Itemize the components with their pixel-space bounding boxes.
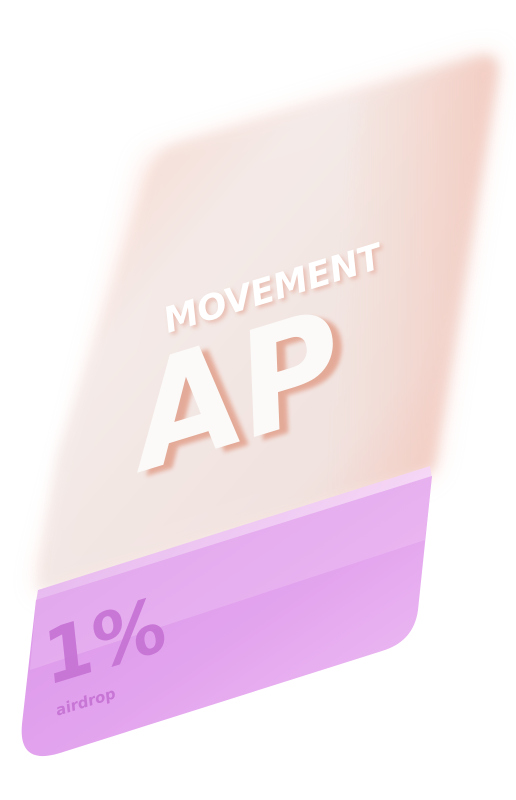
ap-card-illustration: MOVEMENT MOVEMENT AP AP 1% airdrop — [21, 55, 497, 757]
stage: MOVEMENT MOVEMENT AP AP 1% airdrop — [0, 0, 516, 800]
